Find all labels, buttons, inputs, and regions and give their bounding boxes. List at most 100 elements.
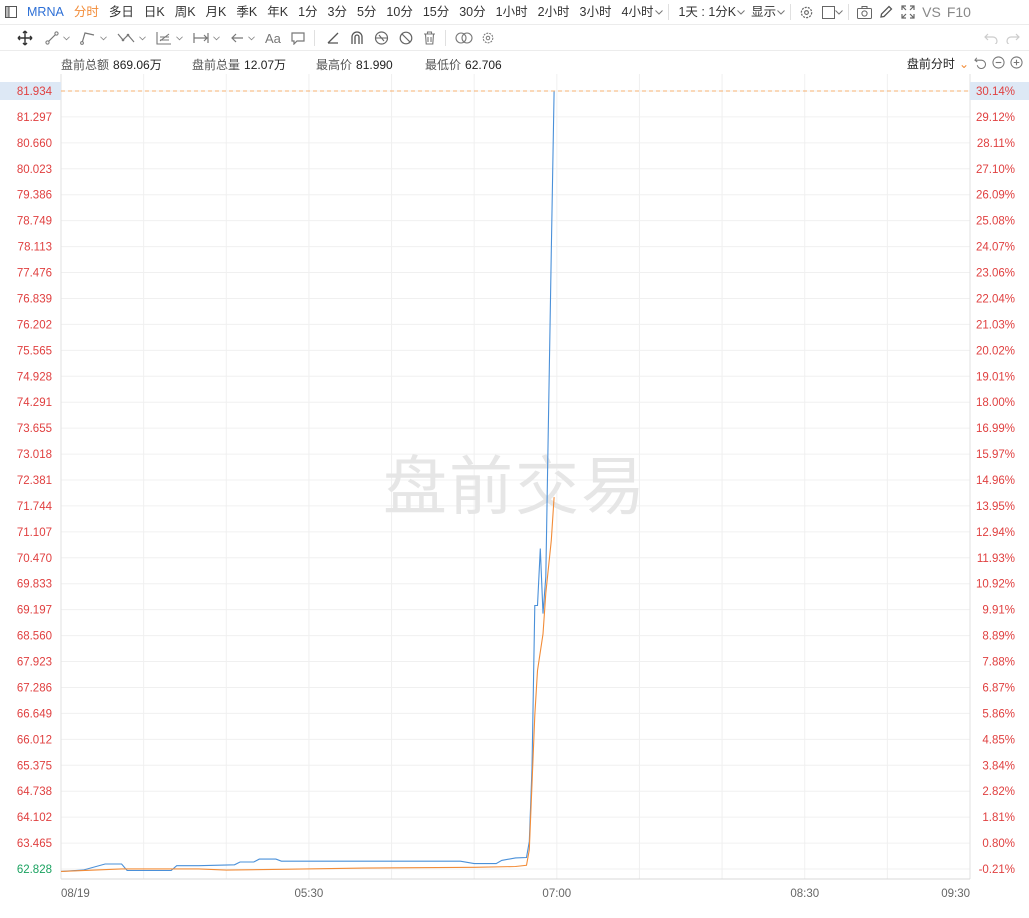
zoom-out-icon[interactable] (992, 56, 1005, 72)
lock-drawing-icon[interactable] (371, 26, 392, 51)
tab-period-3[interactable]: 周K (170, 0, 201, 25)
zoom-in-icon[interactable] (1010, 56, 1023, 72)
tab-period-6[interactable]: 年K (262, 0, 293, 25)
low-price-value: 62.706 (465, 58, 502, 72)
intraday-chart[interactable]: 盘前交易 81.297 80.660 80.023 79.386 78.749 78.11… (0, 74, 1029, 918)
symbol-label[interactable]: MRNA (22, 0, 69, 25)
tab-period-14[interactable]: 2小时 (533, 0, 575, 25)
y-tick-left: 75.565 (17, 345, 52, 357)
pen-icon[interactable] (875, 0, 897, 25)
tab-period-16[interactable]: 4小时 (617, 0, 659, 25)
y-tick-left: 78.749 (17, 216, 52, 228)
chevron-down-icon[interactable] (736, 0, 746, 25)
y-tick-left: 77.476 (17, 268, 52, 280)
y-tick-left: 80.660 (17, 138, 52, 150)
text-tool-button[interactable]: Aa (262, 26, 284, 51)
chevron-down-icon[interactable] (212, 26, 221, 51)
sidebar-toggle-icon[interactable] (0, 0, 22, 25)
magnet-icon[interactable] (347, 26, 367, 51)
divider (313, 30, 315, 46)
y-tick-right: 5.86% (982, 708, 1015, 720)
y-tick-left: 78.113 (18, 242, 52, 254)
settings-gear-icon[interactable] (795, 0, 817, 25)
y-tick-right: 24.07% (976, 242, 1015, 254)
tab-period-8[interactable]: 3分 (323, 0, 352, 25)
y-tick-right: 9.91% (982, 605, 1015, 617)
chevron-down-icon[interactable] (138, 26, 147, 51)
drawing-toolbar: Aa (0, 26, 1029, 51)
tab-period-5[interactable]: 季K (231, 0, 262, 25)
tab-period-7[interactable]: 1分 (293, 0, 322, 25)
x-tick-label: 07:00 (542, 888, 571, 900)
y-tick-left: 63.465 (17, 838, 52, 850)
y-tick-right: 26.09% (976, 190, 1015, 202)
undo-icon[interactable] (981, 26, 1001, 51)
y-tick-right: -0.21% (979, 864, 1015, 876)
premarket-amount-label: 盘前总额 (61, 58, 110, 72)
chevron-down-icon[interactable] (247, 26, 256, 51)
visibility-toggle-icon[interactable] (452, 26, 476, 51)
tab-period-11[interactable]: 15分 (418, 0, 454, 25)
premarket-info-bar: 盘前总额 869.06万 盘前总量 12.07万 最高价 81.990 最低价 62.7… (0, 52, 1029, 74)
y-tick-right: 1.81% (982, 812, 1015, 824)
redo-icon[interactable] (1003, 26, 1023, 51)
tab-period-13[interactable]: 1小时 (491, 0, 533, 25)
y-tick-right: 3.84% (982, 760, 1015, 772)
y-tick-right: 18.00% (976, 397, 1015, 409)
chart-mode-select[interactable]: 盘前分时 ⌄ (907, 55, 969, 72)
y-tick-left: 67.286 (17, 682, 52, 694)
y-tick-right: 4.85% (982, 734, 1015, 746)
low-price: 最低价 62.706 (425, 56, 502, 73)
fibonacci-tool-icon[interactable] (153, 26, 175, 51)
chevron-down-icon[interactable] (175, 26, 184, 51)
polyline-tool-icon[interactable] (114, 26, 138, 51)
fullscreen-icon[interactable] (897, 0, 919, 25)
interval-select[interactable]: 1天 : 1分K (673, 0, 741, 25)
tab-period-2[interactable]: 日K (139, 0, 170, 25)
trend-line-icon[interactable] (42, 26, 62, 51)
tab-period-1[interactable]: 多日 (104, 0, 139, 25)
comment-icon[interactable] (288, 26, 308, 51)
y-tick-right: 0.80% (982, 838, 1015, 850)
y-tick-right: 21.03% (976, 319, 1015, 331)
chart-mode-label: 盘前分时 (906, 57, 955, 71)
measure-range-icon[interactable] (190, 26, 212, 51)
camera-icon[interactable] (853, 0, 875, 25)
chevron-down-icon[interactable] (776, 0, 786, 25)
drawing-settings-gear-icon[interactable] (478, 26, 498, 51)
tab-period-4[interactable]: 月K (201, 0, 232, 25)
y-tick-right: 2.82% (982, 786, 1015, 798)
tab-period-15[interactable]: 3小时 (575, 0, 617, 25)
hide-drawings-icon[interactable] (396, 26, 416, 51)
high-price: 最高价 81.990 (316, 56, 393, 73)
chevron-down-icon[interactable] (62, 26, 71, 51)
trash-icon[interactable] (420, 26, 439, 51)
y-tick-right: 11.93% (977, 553, 1015, 565)
y-axis-right: 29.12% 28.11% 27.10% 26.09% 25.08% 24.07% 23.0… (976, 112, 1015, 876)
chevron-down-icon: ⌄ (958, 57, 969, 71)
y-tick-left: 74.291 (17, 397, 52, 409)
tab-period-9[interactable]: 5分 (352, 0, 381, 25)
premarket-amount-value: 869.06万 (113, 58, 162, 72)
chevron-down-icon[interactable] (654, 0, 664, 25)
move-cross-icon[interactable] (14, 26, 36, 51)
watermark-text: 盘前交易 (383, 451, 647, 525)
divider (790, 4, 792, 20)
compare-vs-button[interactable]: VS (919, 0, 944, 25)
y-tick-left: 62.828 (17, 864, 52, 876)
arrow-left-icon[interactable] (227, 26, 247, 51)
chevron-down-icon[interactable] (99, 26, 108, 51)
period-toolbar: MRNA 分时 多日 日K 周K 月K 季K 年K 1分 3分 5分 10分 1… (0, 0, 1029, 25)
ray-tool-icon[interactable] (77, 26, 99, 51)
y-tick-right: 13.95% (976, 501, 1015, 513)
f10-button[interactable]: F10 (944, 0, 974, 25)
tab-period-10[interactable]: 10分 (381, 0, 417, 25)
pencil-icon[interactable] (323, 26, 343, 51)
reset-icon[interactable] (974, 56, 987, 72)
tab-period-0[interactable]: 分时 (69, 0, 104, 25)
y-tick-left: 79.386 (17, 190, 52, 202)
tab-period-12[interactable]: 30分 (454, 0, 490, 25)
chevron-down-icon[interactable] (834, 0, 844, 25)
current-pct-label: 30.14% (976, 86, 1015, 98)
high-price-value: 81.990 (356, 58, 393, 72)
